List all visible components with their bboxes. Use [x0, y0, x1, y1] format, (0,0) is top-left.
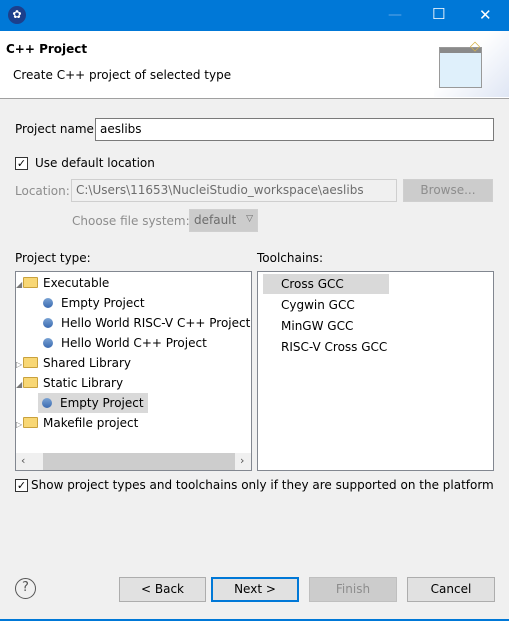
show-supported-checkbox[interactable]: ✓	[15, 479, 28, 492]
wizard-banner-icon: ◇	[434, 31, 509, 97]
scroll-left-icon[interactable]: ‹	[21, 454, 25, 467]
folder-icon	[23, 277, 38, 288]
use-default-location-checkbox[interactable]: ✓	[15, 157, 28, 170]
chevron-down-icon: ▽	[246, 214, 253, 224]
collapsed-arrow-icon: ▷	[16, 420, 23, 429]
finish-button[interactable]: Finish	[309, 577, 397, 602]
browse-button[interactable]: Browse...	[403, 179, 493, 202]
file-system-label: Choose file system:	[72, 214, 190, 228]
cancel-button[interactable]: Cancel	[407, 577, 495, 602]
project-type-icon	[43, 298, 53, 308]
project-type-icon	[42, 398, 52, 408]
expanded-arrow-icon: ◢	[16, 380, 23, 389]
project-type-tree[interactable]: ◢ Executable Empty Project Hello World RI…	[15, 271, 252, 471]
page-subtitle: Create C++ project of selected type	[13, 68, 232, 82]
location-label: Location:	[15, 184, 70, 198]
file-system-value: default	[194, 213, 237, 227]
app-icon: ✿	[8, 6, 26, 24]
tree-item-hello-world-riscv[interactable]: Hello World RISC-V C++ Project	[43, 313, 250, 333]
project-name-label: Project name:	[15, 122, 98, 136]
toolchain-item-mingw-gcc[interactable]: MinGW GCC	[281, 316, 353, 336]
use-default-location-label: Use default location	[35, 156, 155, 170]
horizontal-scrollbar[interactable]: ‹ ›	[16, 453, 251, 470]
tree-item-static-empty-project[interactable]: Empty Project	[38, 393, 148, 413]
project-name-input[interactable]: aeslibs	[95, 118, 494, 141]
toolchain-item-cygwin-gcc[interactable]: Cygwin GCC	[281, 295, 355, 315]
wizard-header: C++ Project Create C++ project of select…	[0, 31, 509, 99]
help-button[interactable]: ?	[15, 578, 36, 599]
toolchains-list[interactable]: Cross GCC Cygwin GCC MinGW GCC RISC-V Cr…	[257, 271, 494, 471]
tree-item-static-library[interactable]: ◢ Static Library	[16, 373, 123, 393]
close-button[interactable]: ✕	[479, 6, 492, 24]
minimize-button[interactable]: —	[388, 7, 402, 23]
project-type-icon	[43, 338, 53, 348]
scrollbar-thumb[interactable]	[43, 453, 235, 470]
tree-item-executable[interactable]: ◢ Executable	[16, 273, 109, 293]
file-system-select[interactable]: default ▽	[189, 209, 258, 232]
tree-item-empty-project[interactable]: Empty Project	[43, 293, 145, 313]
toolchains-label: Toolchains:	[257, 251, 324, 265]
toolchain-item-riscv-cross-gcc[interactable]: RISC-V Cross GCC	[281, 337, 387, 357]
scroll-right-icon[interactable]: ›	[240, 454, 244, 467]
folder-icon	[23, 417, 38, 428]
collapsed-arrow-icon: ▷	[16, 360, 23, 369]
tree-item-hello-world-cpp[interactable]: Hello World C++ Project	[43, 333, 207, 353]
title-bar: ✿ — ☐ ✕	[0, 0, 509, 31]
project-type-icon	[43, 318, 53, 328]
folder-icon	[23, 357, 38, 368]
tree-item-shared-library[interactable]: ▷ Shared Library	[16, 353, 131, 373]
project-type-label: Project type:	[15, 251, 91, 265]
page-title: C++ Project	[6, 42, 88, 56]
next-button[interactable]: Next >	[211, 577, 299, 602]
toolchain-item-cross-gcc[interactable]: Cross GCC	[263, 274, 389, 294]
expanded-arrow-icon: ◢	[16, 280, 23, 289]
location-input[interactable]: C:\Users\11653\NucleiStudio_workspace\ae…	[71, 179, 397, 202]
maximize-button[interactable]: ☐	[432, 5, 445, 23]
tree-item-makefile-project[interactable]: ▷ Makefile project	[16, 413, 138, 433]
back-button[interactable]: < Back	[119, 577, 206, 602]
show-supported-label: Show project types and toolchains only i…	[31, 478, 494, 492]
folder-icon	[23, 377, 38, 388]
